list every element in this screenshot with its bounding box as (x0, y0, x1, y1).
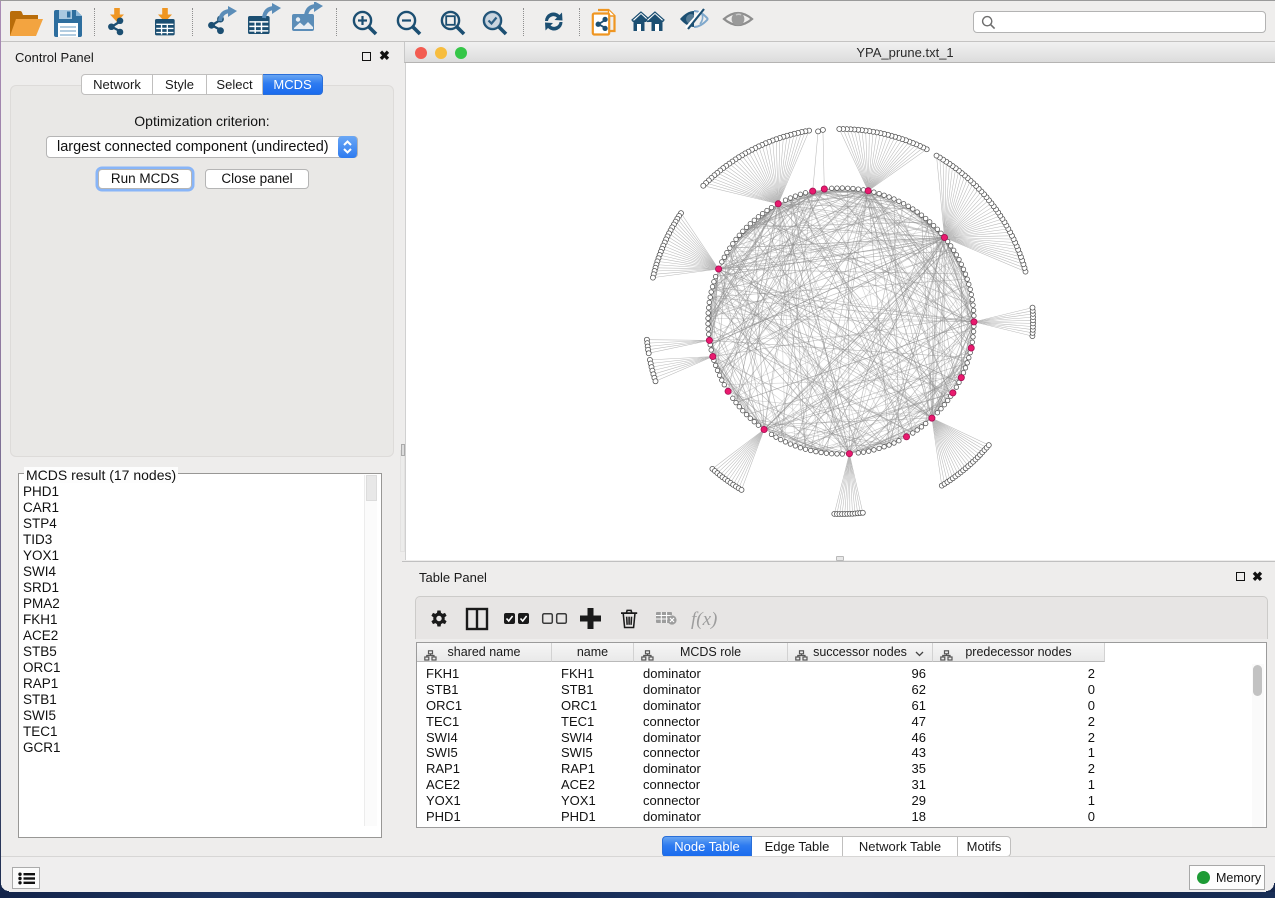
svg-text:f(x): f(x) (691, 609, 717, 630)
